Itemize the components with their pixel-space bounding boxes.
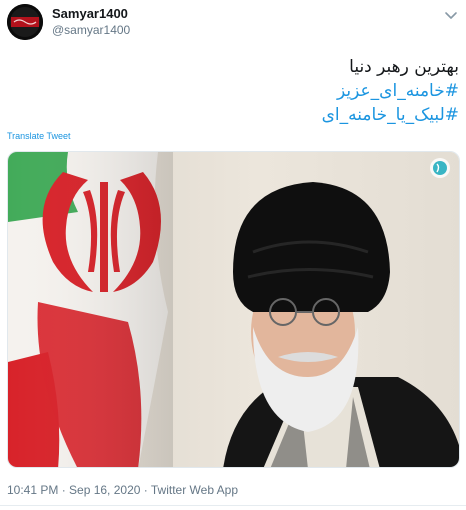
tweet-timestamp[interactable]: 10:41 PM · Sep 16, 2020 · Twitter Web Ap… — [7, 483, 238, 497]
tweet-text-line: بهترین رهبر دنیا — [349, 57, 459, 77]
tweet-text: بهترین رهبر دنیا #خامنه_ای_عزیز #لبیک_یا… — [19, 55, 459, 127]
author-handle[interactable]: @samyar1400 — [52, 23, 130, 37]
tweet-card: Samyar1400 @samyar1400 بهترین رهبر دنیا … — [0, 0, 466, 510]
translate-tweet-link[interactable]: Translate Tweet — [7, 131, 71, 141]
tweet-photo[interactable] — [7, 151, 460, 468]
author-name[interactable]: Samyar1400 — [52, 6, 128, 21]
chevron-down-icon[interactable] — [442, 6, 460, 24]
divider — [0, 505, 466, 506]
author-avatar[interactable] — [7, 4, 43, 40]
hashtag-link[interactable]: #خامنه_ای_عزیز — [19, 79, 459, 103]
watermark-icon — [430, 158, 450, 178]
hashtag-link[interactable]: #لبیک_یا_خامنه_ای — [19, 103, 459, 127]
flag-illustration — [8, 152, 173, 467]
